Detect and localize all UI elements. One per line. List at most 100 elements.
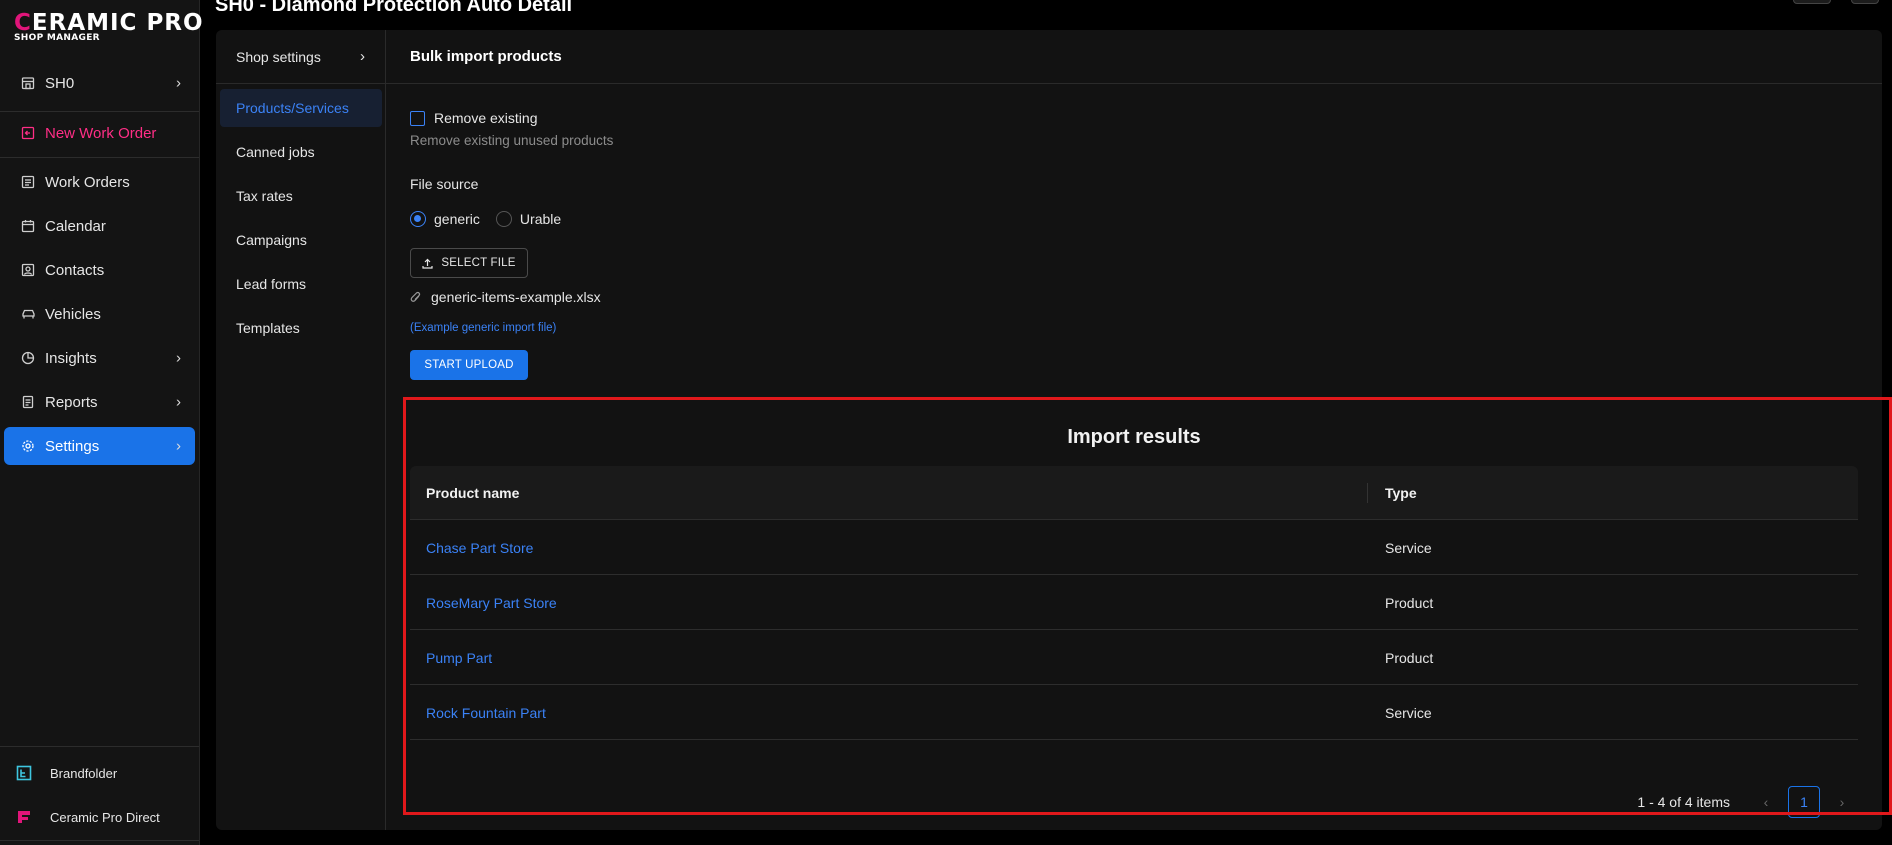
remove-existing-checkbox[interactable] (410, 110, 425, 126)
ceramic-pro-direct-label: Ceramic Pro Direct (50, 809, 160, 825)
sidebar-item-label: Vehicles (45, 305, 101, 323)
product-name-link[interactable]: Chase Part Store (426, 520, 533, 575)
remove-existing-help: Remove existing unused products (410, 133, 614, 148)
settings-menu: Shop settings › Products/Services Canned… (216, 30, 386, 830)
brandfolder-label: Brandfolder (50, 765, 118, 781)
brandfolder-icon (16, 765, 32, 781)
product-type: Product (1385, 649, 1434, 666)
sidebar-item-vehicles[interactable]: Vehicles (4, 295, 195, 333)
start-upload-button[interactable]: START UPLOAD (410, 350, 528, 380)
sidebar-item-label: Work Orders (45, 173, 130, 191)
product-type: Service (1385, 539, 1432, 556)
select-file-label: SELECT FILE (441, 257, 516, 269)
remove-existing-label: Remove existing (434, 110, 538, 126)
pagination: 1 - 4 of 4 items ‹ 1 › (1637, 786, 1858, 818)
chevron-right-icon: › (176, 437, 181, 455)
sidebar-item-new-work-order[interactable]: New Work Order (4, 114, 195, 152)
work-orders-icon (20, 174, 36, 190)
table-row: Rock Fountain Part Service (410, 685, 1858, 740)
page-number-button[interactable]: 1 (1788, 786, 1820, 818)
pagination-summary: 1 - 4 of 4 items (1637, 794, 1730, 810)
file-source-radio-group: generic Urable (410, 211, 577, 227)
page-title: SH0 - Diamond Protection Auto Detail (215, 0, 573, 16)
column-header-product-name[interactable]: Product name (426, 466, 519, 520)
sidebar-item-insights[interactable]: Insights › (4, 339, 195, 377)
product-type: Product (1385, 594, 1434, 611)
radio-urable[interactable]: Urable (495, 211, 562, 227)
chevron-left-icon[interactable]: ‹ (1750, 786, 1782, 818)
file-name: generic-items-example.xlsx (431, 289, 601, 305)
chevron-right-icon: › (176, 349, 181, 367)
radio-urable-label: Urable (519, 211, 562, 227)
paperclip-icon (410, 291, 422, 304)
content-area: Bulk import products Remove existing Rem… (386, 30, 1882, 830)
table-header: Product name Type (410, 466, 1858, 520)
table-row: Chase Part Store Service (410, 520, 1858, 575)
radio-generic-label: generic (434, 211, 480, 227)
ceramic-direct-icon (16, 809, 32, 825)
product-name-link[interactable]: Pump Part (426, 630, 492, 685)
store-icon (20, 75, 36, 91)
gear-icon (20, 438, 36, 454)
sidebar-item-label: SH0 (45, 74, 75, 92)
car-icon (20, 306, 36, 322)
shop-settings-label: Shop settings (236, 48, 321, 65)
header-menu-button[interactable] (1851, 0, 1879, 4)
column-header-type[interactable]: Type (1385, 466, 1417, 520)
selected-file: generic-items-example.xlsx (410, 289, 601, 305)
settings-item-campaigns[interactable]: Campaigns (220, 221, 382, 259)
table-row: Pump Part Product (410, 630, 1858, 685)
report-icon (20, 394, 36, 410)
radio-dot (410, 211, 426, 227)
chevron-right-icon: › (360, 48, 365, 65)
app-root: CERAMIC PRO SHOP MANAGER SH0 › New Work … (0, 0, 1892, 845)
logo[interactable]: CERAMIC PRO SHOP MANAGER (14, 10, 203, 46)
new-order-icon (20, 125, 36, 141)
settings-panel: Shop settings › Products/Services Canned… (216, 30, 1882, 830)
sidebar-item-shop[interactable]: SH0 › (4, 64, 195, 102)
sidebar-item-calendar[interactable]: Calendar (4, 207, 195, 245)
product-type: Service (1385, 704, 1432, 721)
product-name-link[interactable]: RoseMary Part Store (426, 575, 557, 630)
example-file-link[interactable]: (Example generic import file) (410, 322, 556, 334)
divider (0, 840, 199, 841)
settings-item-canned-jobs[interactable]: Canned jobs (220, 133, 382, 171)
sidebar-item-label: Settings (45, 437, 100, 455)
chevron-right-icon: › (176, 74, 181, 92)
chevron-right-icon[interactable]: › (1826, 786, 1858, 818)
sidebar-item-contacts[interactable]: Contacts (4, 251, 195, 289)
brandfolder-link[interactable]: Brandfolder (16, 761, 117, 785)
sidebar-item-reports[interactable]: Reports › (4, 383, 195, 421)
sidebar-item-label: Contacts (45, 261, 105, 279)
settings-item-tax-rates[interactable]: Tax rates (220, 177, 382, 215)
table-row: RoseMary Part Store Product (410, 575, 1858, 630)
column-separator (1367, 483, 1368, 503)
settings-item-products-services[interactable]: Products/Services (220, 89, 382, 127)
settings-item-lead-forms[interactable]: Lead forms (220, 265, 382, 303)
contacts-icon (20, 262, 36, 278)
sidebar-item-settings[interactable]: Settings › (4, 427, 195, 465)
sidebar-item-label: New Work Order (45, 124, 157, 142)
divider (0, 111, 199, 112)
radio-generic[interactable]: generic (410, 211, 480, 227)
pie-chart-icon (20, 350, 36, 366)
content-title: Bulk import products (386, 30, 1882, 84)
product-name-link[interactable]: Rock Fountain Part (426, 685, 546, 740)
import-results-title: Import results (1067, 426, 1201, 448)
file-source-label: File source (410, 176, 479, 192)
ceramic-pro-direct-link[interactable]: Ceramic Pro Direct (16, 805, 160, 829)
calendar-icon (20, 218, 36, 234)
sidebar: CERAMIC PRO SHOP MANAGER SH0 › New Work … (0, 0, 203, 845)
remove-existing-checkbox-row[interactable]: Remove existing (410, 110, 538, 126)
radio-dot (495, 211, 512, 227)
header-action-button[interactable] (1793, 0, 1831, 4)
divider (0, 157, 199, 158)
divider (0, 746, 199, 747)
select-file-button[interactable]: SELECT FILE (410, 248, 528, 278)
sidebar-item-work-orders[interactable]: Work Orders (4, 163, 195, 201)
chevron-right-icon: › (176, 393, 181, 411)
shop-settings-header[interactable]: Shop settings › (216, 30, 385, 84)
sidebar-item-label: Reports (45, 393, 98, 411)
settings-item-templates[interactable]: Templates (220, 309, 382, 347)
upload-icon (422, 258, 433, 269)
